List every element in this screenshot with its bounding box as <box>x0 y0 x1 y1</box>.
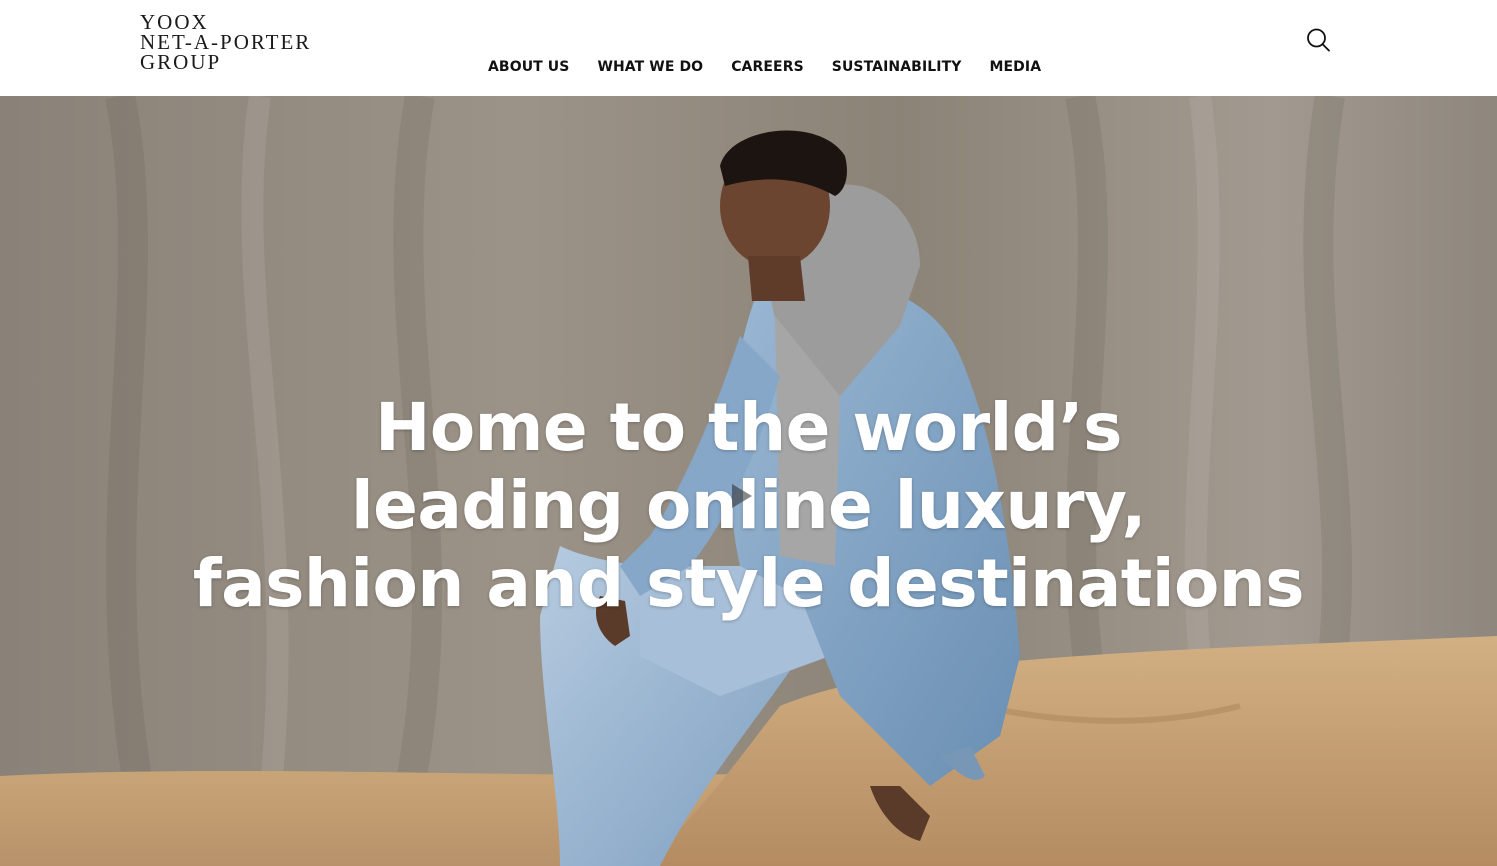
nav-item-media[interactable]: MEDIA <box>989 56 1041 78</box>
nav-item-about-us[interactable]: ABOUT US <box>488 56 569 78</box>
search-icon <box>1307 28 1330 52</box>
logo-line-1: YOOX <box>140 10 209 34</box>
site-header: YOOX NET-A-PORTER GROUP ABOUT US WHAT WE… <box>0 0 1497 96</box>
search-button[interactable] <box>1304 26 1332 54</box>
logo-line-3: GROUP <box>140 50 222 74</box>
play-icon[interactable] <box>720 476 760 516</box>
hero-headline-line-1: Home to the world’s <box>375 389 1122 466</box>
nav-item-careers[interactable]: CAREERS <box>731 56 804 78</box>
logo-line-2: NET-A-PORTER <box>140 30 312 54</box>
nav-item-sustainability[interactable]: SUSTAINABILITY <box>832 56 962 78</box>
logo-home-link[interactable]: YOOX NET-A-PORTER GROUP <box>140 10 312 74</box>
hero-headline-line-3: fashion and style destinations <box>192 545 1305 622</box>
main-nav: ABOUT US WHAT WE DO CAREERS SUSTAINABILI… <box>488 56 1041 78</box>
nav-item-what-we-do[interactable]: WHAT WE DO <box>597 56 703 78</box>
page: YOOX NET-A-PORTER GROUP ABOUT US WHAT WE… <box>0 0 1497 866</box>
hero-section: Home to the world’s leading online luxur… <box>0 96 1497 866</box>
